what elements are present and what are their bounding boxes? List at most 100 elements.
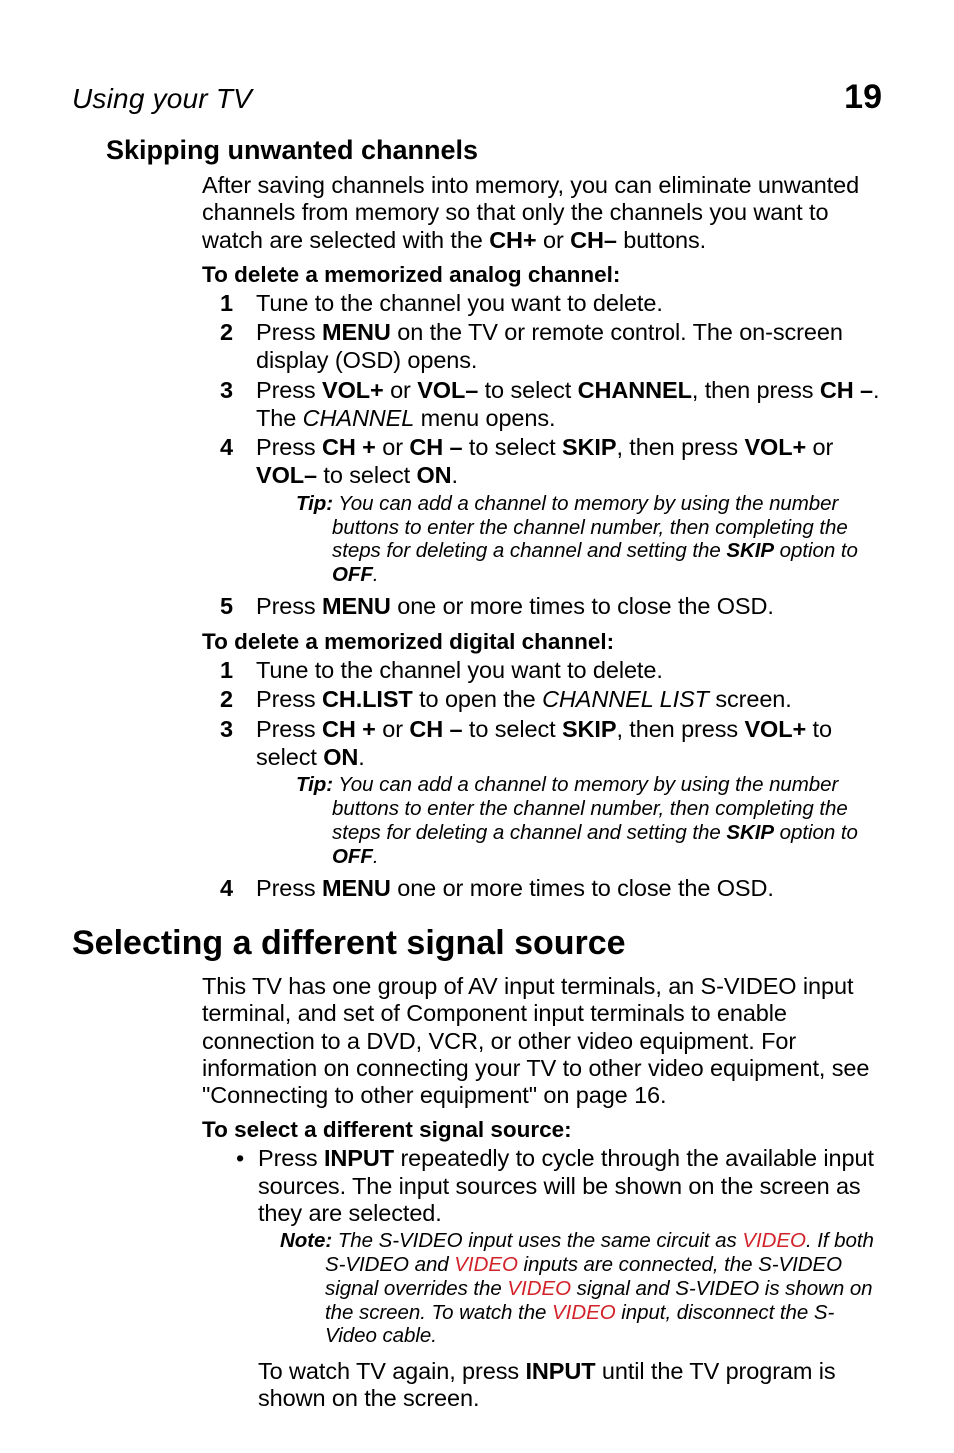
r: VIDEO: [742, 1229, 806, 1252]
step-analog-4: Press CH + or CH – to select SKIP, then …: [202, 434, 882, 587]
lead-digital: To delete a memorized digital channel:: [202, 629, 882, 655]
b: MENU: [322, 593, 391, 619]
bullet-list: Press INPUT repeatedly to cycle through …: [236, 1145, 882, 1348]
t: to select: [478, 377, 577, 403]
step-digital-1: Tune to the channel you want to delete.: [202, 657, 882, 685]
r: VIDEO: [507, 1277, 571, 1300]
step-analog-3: Press VOL+ or VOL– to select CHANNEL, th…: [202, 377, 882, 432]
b: VOL–: [417, 377, 478, 403]
t: one or more times to close the OSD.: [391, 875, 774, 901]
b: OFF: [332, 845, 373, 868]
after-input-paragraph: To watch TV again, press INPUT until the…: [258, 1358, 882, 1413]
t: The S-VIDEO input uses the same circuit …: [332, 1229, 742, 1252]
b: CH.LIST: [322, 686, 413, 712]
t: or: [376, 434, 410, 460]
t: Press: [256, 377, 322, 403]
step-text: Tune to the channel you want to delete.: [256, 290, 663, 316]
b: INPUT: [324, 1145, 394, 1171]
lead-signal-source: To select a different signal source:: [202, 1117, 882, 1143]
intro-or: or: [537, 227, 571, 253]
intro-paragraph: After saving channels into memory, you c…: [202, 172, 882, 254]
t: Press: [256, 319, 322, 345]
b: SKIP: [562, 716, 616, 742]
i: CHANNEL LIST: [542, 686, 709, 712]
b: CH –: [409, 716, 462, 742]
note-label: Note:: [280, 1229, 332, 1252]
signal-source-paragraph: This TV has one group of AV input termin…: [202, 973, 882, 1109]
b: INPUT: [525, 1358, 595, 1384]
b: ON: [416, 462, 451, 488]
steps-digital: Tune to the channel you want to delete. …: [202, 657, 882, 903]
t: , then press: [692, 377, 820, 403]
t: or: [806, 434, 833, 460]
r: VIDEO: [552, 1301, 616, 1324]
bullet-input: Press INPUT repeatedly to cycle through …: [236, 1145, 882, 1348]
b: SKIP: [562, 434, 616, 460]
t: Press: [256, 716, 322, 742]
tip-digital: Tip: You can add a channel to memory by …: [296, 773, 882, 868]
page: Using your TV 19 Skipping unwanted chann…: [0, 0, 954, 1453]
t: to select: [463, 434, 562, 460]
b: CH +: [322, 716, 376, 742]
note-video: Note: The S-VIDEO input uses the same ci…: [280, 1229, 882, 1348]
t: .: [358, 744, 364, 770]
page-header: Using your TV 19: [72, 78, 882, 117]
t: option to: [774, 539, 858, 562]
t: screen.: [709, 686, 792, 712]
t: Press: [256, 434, 322, 460]
t: menu opens.: [414, 405, 555, 431]
b: CH –: [820, 377, 873, 403]
t: Press: [256, 686, 322, 712]
t: to select: [463, 716, 562, 742]
i: CHANNEL: [303, 405, 415, 431]
t: one or more times to close the OSD.: [391, 593, 774, 619]
intro-ch-minus: CH–: [570, 227, 617, 253]
intro-ch-plus: CH+: [489, 227, 536, 253]
steps-analog: Tune to the channel you want to delete. …: [202, 290, 882, 621]
b: VOL+: [322, 377, 384, 403]
t: Press: [256, 875, 322, 901]
t: or: [376, 716, 410, 742]
step-digital-2: Press CH.LIST to open the CHANNEL LIST s…: [202, 686, 882, 714]
t: .: [373, 563, 379, 586]
tip-label: Tip:: [296, 773, 333, 796]
tip-analog: Tip: You can add a channel to memory by …: [296, 492, 882, 587]
t: or: [384, 377, 418, 403]
b: CHANNEL: [578, 377, 692, 403]
t: , then press: [616, 434, 744, 460]
b: CH +: [322, 434, 376, 460]
t: Tune to the channel you want to delete.: [256, 657, 663, 683]
lead-analog: To delete a memorized analog channel:: [202, 262, 882, 288]
b: OFF: [332, 563, 373, 586]
b: SKIP: [726, 821, 774, 844]
b: SKIP: [726, 539, 774, 562]
step-analog-1: Tune to the channel you want to delete.: [202, 290, 882, 318]
heading-signal-source: Selecting a different signal source: [72, 924, 882, 963]
b: MENU: [322, 319, 391, 345]
b: CH –: [409, 434, 462, 460]
t: to select: [317, 462, 416, 488]
b: VOL+: [744, 434, 806, 460]
t: to open the: [413, 686, 542, 712]
step-analog-5: Press MENU one or more times to close th…: [202, 593, 882, 621]
tip-label: Tip:: [296, 492, 333, 515]
t: Press: [256, 593, 322, 619]
b: VOL+: [744, 716, 806, 742]
page-number: 19: [844, 78, 882, 117]
t: Press: [258, 1145, 324, 1171]
heading-skipping-unwanted-channels: Skipping unwanted channels: [106, 135, 882, 166]
step-digital-3: Press CH + or CH – to select SKIP, then …: [202, 716, 882, 869]
b: VOL–: [256, 462, 317, 488]
b: ON: [323, 744, 358, 770]
t: To watch TV again, press: [258, 1358, 525, 1384]
r: VIDEO: [454, 1253, 518, 1276]
t: , then press: [616, 716, 744, 742]
step-analog-2: Press MENU on the TV or remote control. …: [202, 319, 882, 374]
step-digital-4: Press MENU one or more times to close th…: [202, 875, 882, 903]
b: MENU: [322, 875, 391, 901]
t: .: [373, 845, 379, 868]
t: .: [452, 462, 458, 488]
t: option to: [774, 821, 858, 844]
intro-post: buttons.: [617, 227, 706, 253]
page-header-title: Using your TV: [72, 83, 252, 115]
